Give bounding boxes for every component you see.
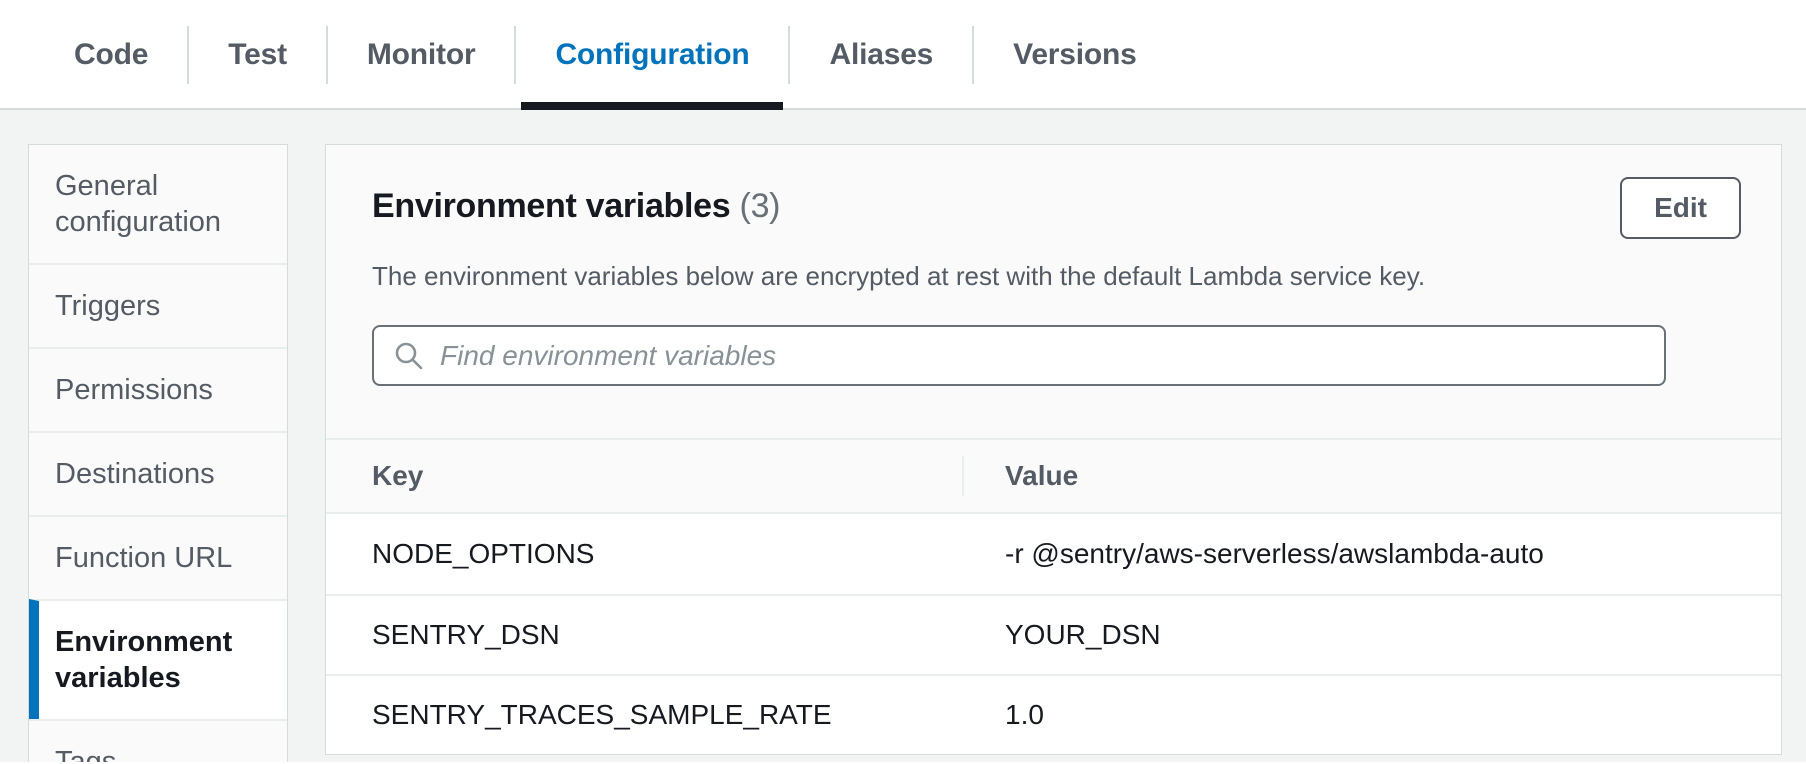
search-icon (394, 341, 424, 371)
column-header-key: Key (372, 460, 962, 492)
panel-description: The environment variables below are encr… (372, 259, 1741, 293)
tab-label: Code (74, 38, 148, 72)
panel-title: Environment variables (3) (372, 185, 780, 227)
sidebar-item-destinations[interactable]: Destinations (29, 431, 287, 515)
tab-label: Versions (1013, 38, 1136, 72)
env-var-key: SENTRY_TRACES_SAMPLE_RATE (372, 699, 962, 731)
panel-count: (3) (740, 187, 781, 225)
function-tab-bar: Code Test Monitor Configuration Aliases … (0, 0, 1806, 110)
sidebar-item-tags[interactable]: Tags (29, 719, 287, 762)
env-var-value: 1.0 (962, 699, 1781, 731)
tab-label: Test (228, 38, 287, 72)
configuration-page: General configuration Triggers Permissio… (0, 110, 1806, 762)
table-row: SENTRY_TRACES_SAMPLE_RATE 1.0 (326, 674, 1781, 754)
panel-title-text: Environment variables (372, 187, 730, 225)
tab-versions[interactable]: Versions (973, 0, 1176, 110)
env-var-value: YOUR_DSN (962, 619, 1781, 651)
tab-code[interactable]: Code (34, 0, 188, 110)
sidebar-item-triggers[interactable]: Triggers (29, 263, 287, 347)
tab-label: Monitor (367, 38, 476, 72)
table-header-row: Key Value (326, 438, 1781, 514)
env-var-value: -r @sentry/aws-serverless/awslambda-auto (962, 538, 1781, 570)
tab-aliases[interactable]: Aliases (789, 0, 973, 110)
edit-button[interactable]: Edit (1620, 177, 1741, 239)
tab-label: Aliases (829, 38, 933, 72)
panel-header: Environment variables (3) Edit The envir… (326, 145, 1781, 438)
table-row: NODE_OPTIONS -r @sentry/aws-serverless/a… (326, 514, 1781, 594)
search-box (372, 325, 1666, 386)
sidebar-item-function-url[interactable]: Function URL (29, 515, 287, 599)
column-header-value: Value (962, 460, 1781, 492)
environment-variables-panel: Environment variables (3) Edit The envir… (325, 144, 1782, 755)
tab-monitor[interactable]: Monitor (327, 0, 516, 110)
env-var-key: NODE_OPTIONS (372, 538, 962, 570)
table-row: SENTRY_DSN YOUR_DSN (326, 594, 1781, 674)
config-sidebar: General configuration Triggers Permissio… (28, 144, 288, 762)
sidebar-item-general-configuration[interactable]: General configuration (29, 145, 287, 263)
tab-configuration[interactable]: Configuration (515, 0, 789, 110)
search-input[interactable] (440, 340, 1644, 372)
env-var-key: SENTRY_DSN (372, 619, 962, 651)
sidebar-item-permissions[interactable]: Permissions (29, 347, 287, 431)
sidebar-item-environment-variables[interactable]: Environment variables (29, 599, 287, 719)
tab-label: Configuration (555, 38, 749, 72)
tab-test[interactable]: Test (188, 0, 327, 110)
